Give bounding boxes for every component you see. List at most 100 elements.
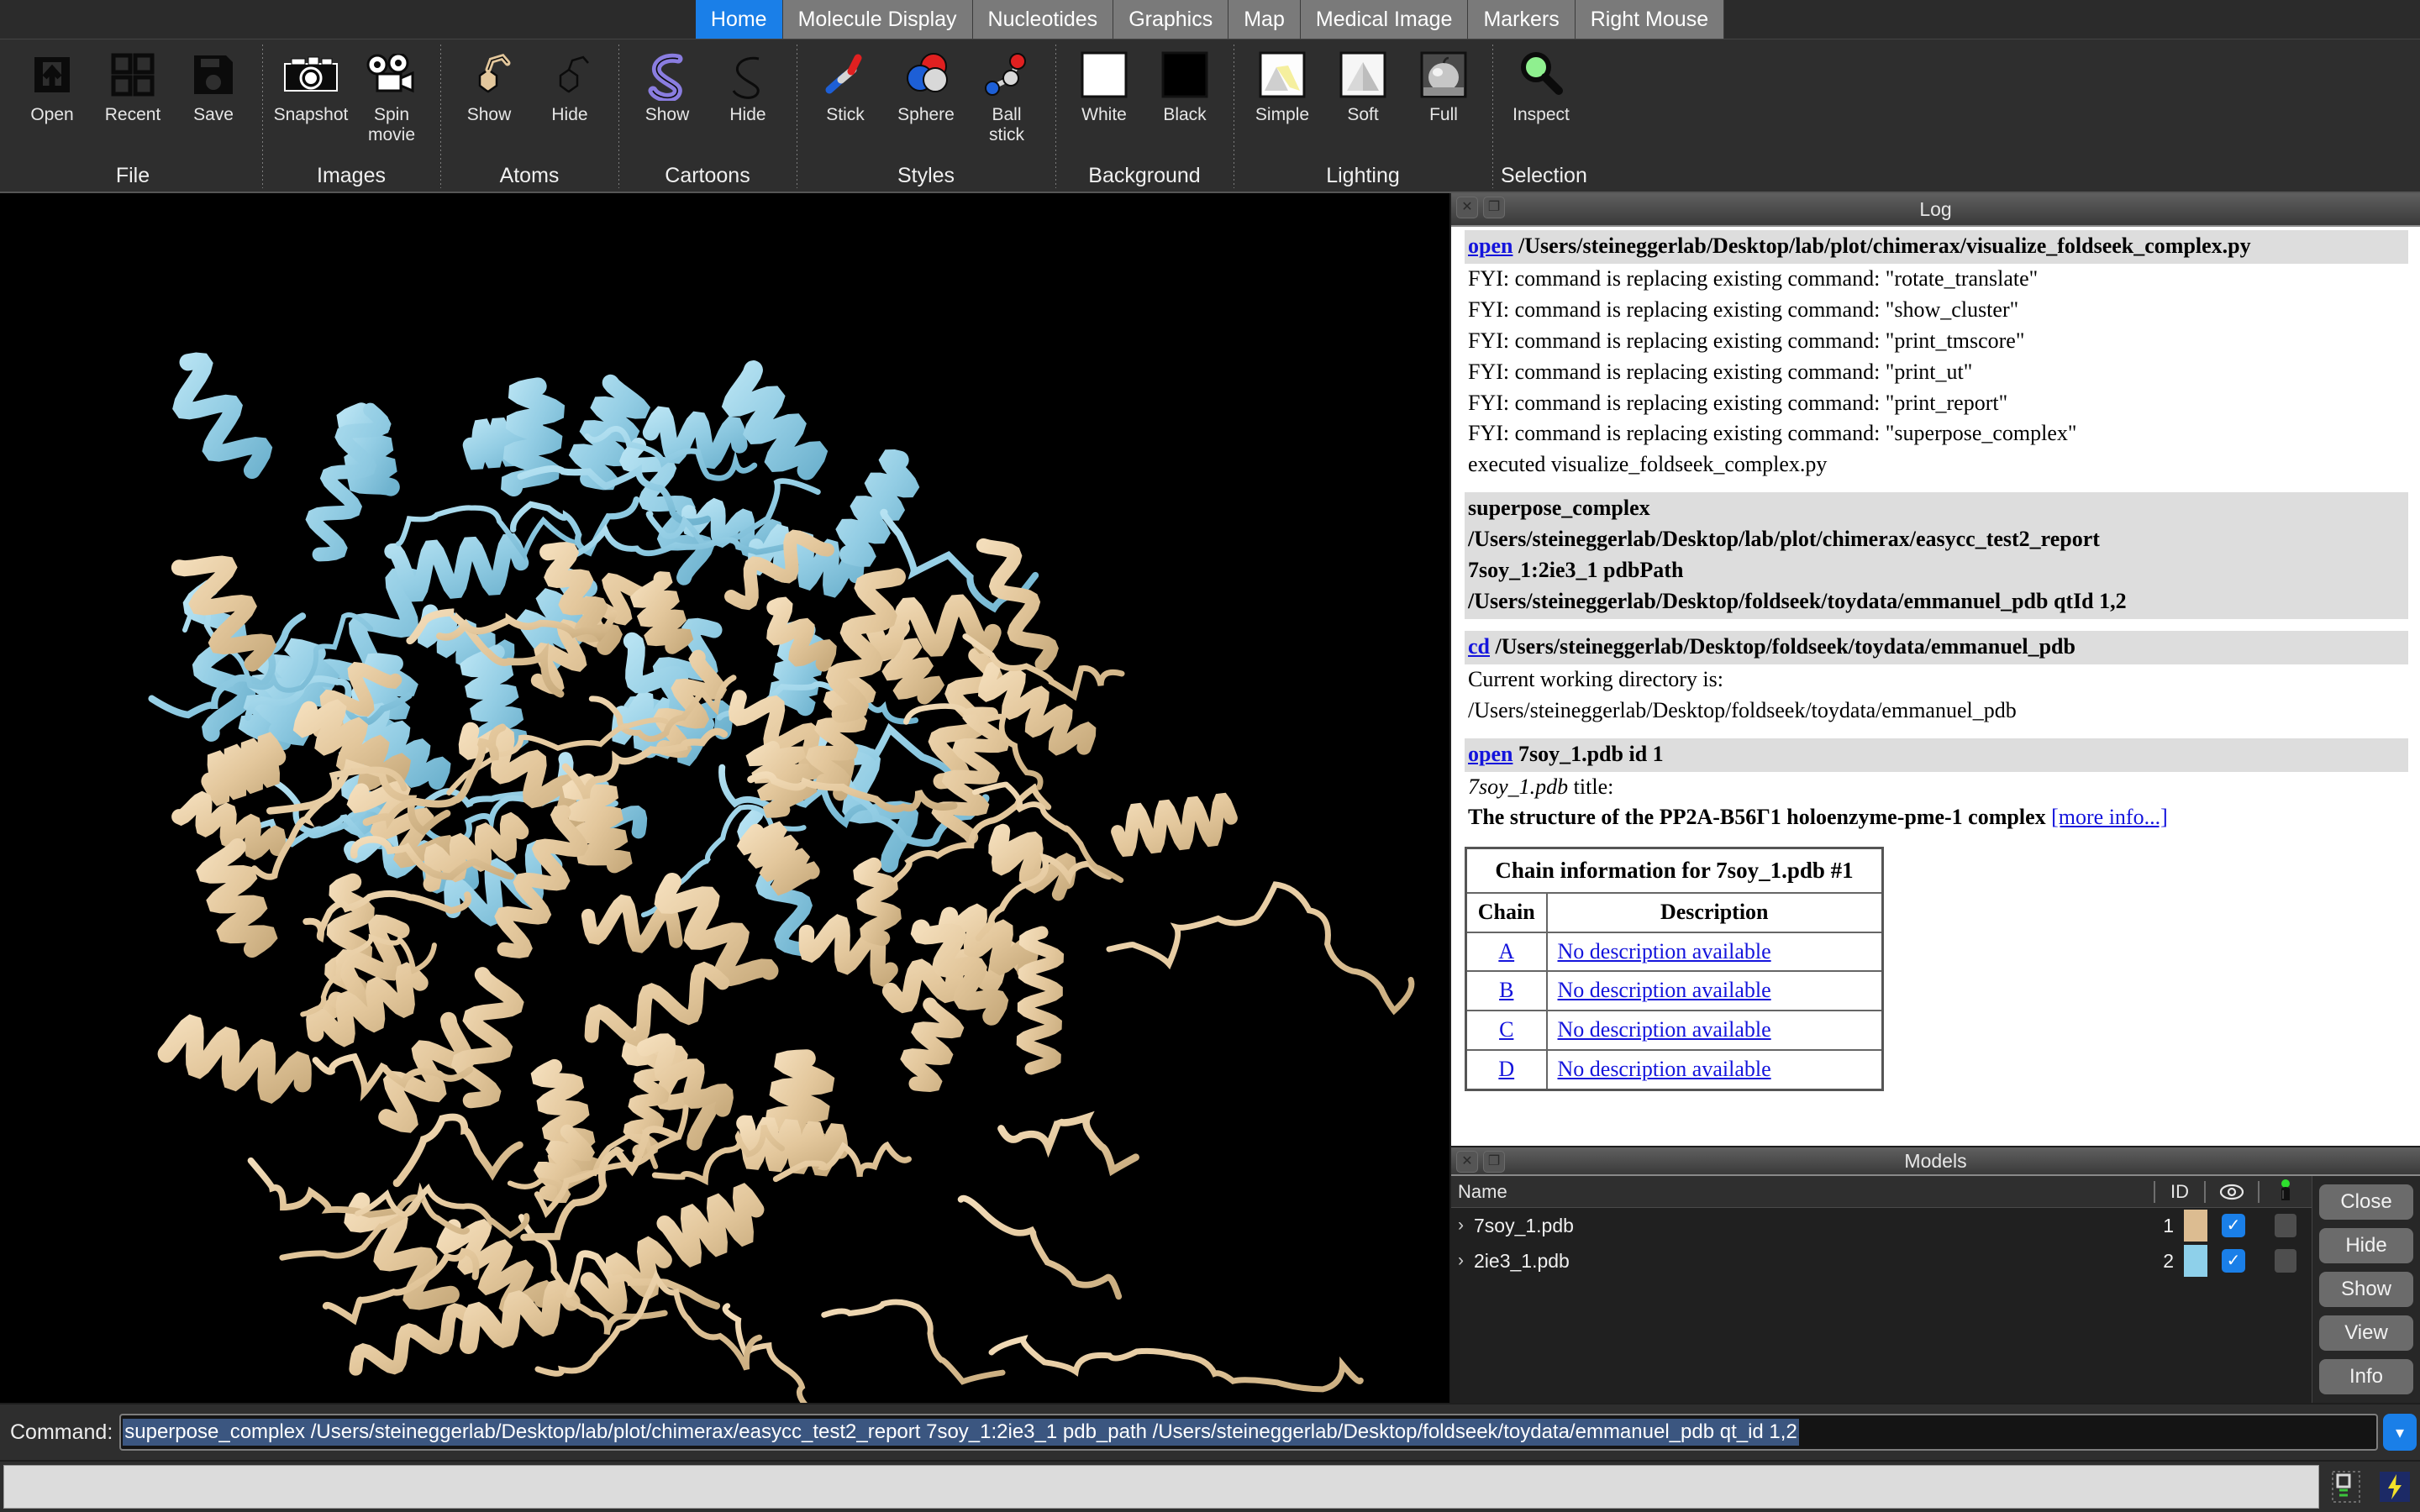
ribbon-button-spin-movie[interactable]: Spin movie — [351, 46, 432, 145]
ribbon-button-label: Open — [30, 105, 74, 124]
ribbon-group-styles: Stick Sphere Ball stick Styles — [797, 39, 1055, 192]
ribbon-group-images: Snapshot Spin movie Images — [262, 39, 440, 192]
undock-icon[interactable]: ❐ — [1483, 1151, 1505, 1173]
log-message: executed visualize_foldseek_complex.py — [1468, 452, 1828, 477]
column-header-name[interactable]: Name — [1451, 1181, 2154, 1203]
log-command-link[interactable]: cd — [1468, 634, 1490, 659]
ribbon-button-hide[interactable]: Hide — [529, 46, 610, 125]
tab-markers[interactable]: Markers — [1468, 0, 1576, 39]
chain-id-cell: C — [1465, 1010, 1548, 1052]
ribbon-button-ball-stick[interactable]: Ball stick — [966, 46, 1047, 145]
chain-id-cell: A — [1465, 931, 1548, 973]
chain-description-link[interactable]: No description available — [1558, 978, 1771, 1002]
model-shown-checkbox[interactable]: ✓ — [2207, 1214, 2260, 1237]
cartoon-hide-icon — [712, 46, 784, 103]
models-row[interactable]: › 2ie3_1.pdb 2 ✓ — [1451, 1243, 2312, 1278]
ribbon-group-items: Snapshot Spin movie — [271, 46, 432, 145]
ribbon-button-soft[interactable]: Soft — [1323, 46, 1403, 125]
cartoon-show-icon — [631, 46, 703, 103]
open-icon — [16, 46, 88, 103]
log-command-args: /Users/steineggerlab/Desktop/lab/plot/ch… — [1518, 234, 2251, 258]
ribbon-group-title: Atoms — [499, 164, 560, 187]
models-panel-title-buttons: ✕ ❐ — [1456, 1151, 1505, 1173]
ribbon-button-white[interactable]: White — [1064, 46, 1144, 125]
shown-eye-icon[interactable] — [2206, 1184, 2258, 1200]
close-icon[interactable]: ✕ — [1456, 197, 1478, 218]
models-row[interactable]: › 7soy_1.pdb 1 ✓ — [1451, 1208, 2312, 1243]
more-info-link[interactable]: [more info...] — [2051, 805, 2168, 829]
models-show-button[interactable]: Show — [2319, 1272, 2413, 1307]
ribbon-button-open[interactable]: Open — [12, 46, 92, 125]
tab-map[interactable]: Map — [1228, 0, 1301, 39]
log-command-block: superpose_complex/Users/steineggerlab/De… — [1465, 492, 2408, 619]
ribbon-button-label: Sphere — [897, 105, 955, 124]
ribbon-button-full[interactable]: Full — [1403, 46, 1484, 125]
ribbon-button-recent[interactable]: Recent — [92, 46, 173, 125]
tab-nucleotides[interactable]: Nucleotides — [972, 0, 1114, 39]
chain-link[interactable]: B — [1499, 978, 1513, 1002]
chevron-right-icon[interactable]: › — [1458, 1251, 1464, 1271]
chain-description-cell: No description available — [1545, 1049, 1884, 1091]
resize-handle-icon[interactable] — [2324, 1465, 2368, 1509]
ribbon-button-black[interactable]: Black — [1144, 46, 1225, 125]
ribbon-button-show[interactable]: Show — [449, 46, 529, 125]
close-icon[interactable]: ✕ — [1456, 1151, 1478, 1173]
column-header-id[interactable]: ID — [2155, 1181, 2204, 1203]
chain-link[interactable]: A — [1498, 939, 1514, 963]
chevron-down-icon[interactable]: ▾ — [2383, 1414, 2417, 1451]
model-select-checkbox[interactable] — [2260, 1214, 2312, 1237]
log-command-entry: open 7soy_1.pdb id 1 — [1465, 738, 2408, 772]
ribbon-button-save[interactable]: Save — [173, 46, 254, 125]
lightning-icon[interactable] — [2373, 1465, 2417, 1509]
tab-home[interactable]: Home — [695, 0, 783, 39]
undock-icon[interactable]: ❐ — [1483, 197, 1505, 218]
ribbon-group-lighting: Simple Soft Full Lighting — [1234, 39, 1492, 192]
table-caption-row: Chain information for 7soy_1.pdb #1 — [1465, 847, 1884, 894]
ribbon-button-label: Hide — [551, 105, 588, 124]
tab-medical-image[interactable]: Medical Image — [1300, 0, 1469, 39]
log-content[interactable]: open /Users/steineggerlab/Desktop/lab/pl… — [1451, 227, 2420, 1146]
tab-strip: Home Molecule Display Nucleotides Graphics M… — [695, 0, 1725, 39]
log-command-link[interactable]: open — [1468, 234, 1512, 258]
model-select-checkbox[interactable] — [2260, 1249, 2312, 1273]
ribbon-button-snapshot[interactable]: Snapshot — [271, 46, 351, 125]
chain-link[interactable]: D — [1498, 1057, 1514, 1081]
model-color-swatch[interactable] — [2184, 1245, 2207, 1277]
recent-icon — [97, 46, 169, 103]
log-panel-title-buttons: ✕ ❐ — [1456, 197, 1505, 218]
tab-graphics[interactable]: Graphics — [1113, 0, 1229, 39]
log-command-link[interactable]: open — [1468, 742, 1512, 766]
command-input-value[interactable]: superpose_complex /Users/steineggerlab/D… — [123, 1419, 1799, 1446]
chain-description-link[interactable]: No description available — [1558, 939, 1771, 963]
select-pointer-icon[interactable] — [2260, 1179, 2312, 1205]
tab-molecule-display[interactable]: Molecule Display — [782, 0, 973, 39]
ribbon-button-sphere[interactable]: Sphere — [886, 46, 966, 125]
ribbon-button-hide[interactable]: Hide — [708, 46, 788, 125]
model-color-swatch[interactable] — [2184, 1210, 2207, 1242]
chain-link[interactable]: C — [1499, 1017, 1513, 1042]
molecular-viewport-3d[interactable] — [0, 193, 1449, 1403]
ribbon-group-items: Show Hide — [627, 46, 788, 125]
ribbon-button-show[interactable]: Show — [627, 46, 708, 125]
table-row: D No description available — [1465, 1049, 1884, 1091]
atoms-hide-icon — [534, 46, 606, 103]
models-close-button[interactable]: Close — [2319, 1184, 2413, 1220]
chain-description-cell: No description available — [1545, 970, 1884, 1012]
chain-description-link[interactable]: No description available — [1558, 1057, 1771, 1081]
command-input[interactable]: superpose_complex /Users/steineggerlab/D… — [119, 1414, 2378, 1451]
chain-description-link[interactable]: No description available — [1558, 1017, 1771, 1042]
chevron-right-icon[interactable]: › — [1458, 1215, 1464, 1236]
tab-right-mouse[interactable]: Right Mouse — [1575, 0, 1725, 39]
ribbon-button-stick[interactable]: Stick — [805, 46, 886, 125]
table-row: A No description available — [1465, 931, 1884, 973]
models-hide-button[interactable]: Hide — [2319, 1228, 2413, 1263]
models-view-button[interactable]: View — [2319, 1315, 2413, 1351]
models-info-button[interactable]: Info — [2319, 1359, 2413, 1394]
log-command-entry: open /Users/steineggerlab/Desktop/lab/pl… — [1465, 230, 2408, 264]
lighting-full-icon — [1407, 46, 1480, 103]
model-shown-checkbox[interactable]: ✓ — [2207, 1249, 2260, 1273]
model-id: 2 — [2163, 1249, 2174, 1272]
ribbon-button-inspect[interactable]: Inspect — [1501, 46, 1581, 125]
protein-ribbon-render — [0, 193, 1449, 1403]
ribbon-button-simple[interactable]: Simple — [1242, 46, 1323, 125]
